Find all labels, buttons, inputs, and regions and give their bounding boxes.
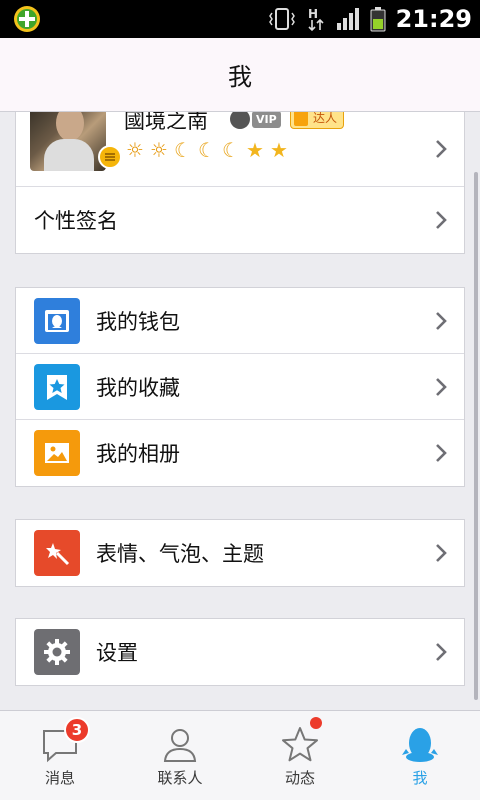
- signature-label: 个性签名: [34, 209, 118, 233]
- vibrate-icon: [268, 8, 295, 30]
- profile-card: 國境之南 VIP 达人 ☼ ☼ ☾ ☾ ☾ ★ ★ 个性签名: [15, 112, 465, 254]
- avatar[interactable]: [30, 112, 106, 171]
- content-scroll-area[interactable]: 國境之南 VIP 达人 ☼ ☼ ☾ ☾ ☾ ★ ★ 个性签名 我的钱包 我的收藏…: [0, 112, 480, 710]
- album-icon: [34, 430, 80, 476]
- chevron-right-icon: [436, 544, 447, 562]
- menu-item-themes[interactable]: 表情、气泡、主题: [16, 520, 464, 586]
- tab-contacts[interactable]: 联系人: [120, 711, 240, 800]
- wallet-icon: [34, 297, 80, 344]
- qq-penguin-icon: [230, 112, 250, 129]
- sun-icon: ☼: [126, 138, 144, 162]
- gear-icon: [34, 629, 80, 675]
- contacts-icon: [163, 729, 197, 762]
- star-icon: ★: [270, 138, 288, 162]
- services-card: 我的钱包 我的收藏 我的相册: [15, 287, 465, 487]
- clock: 21:29: [395, 5, 472, 33]
- menu-item-album[interactable]: 我的相册: [16, 420, 464, 486]
- app-plus-icon: [10, 4, 46, 34]
- moon-icon: ☾: [222, 138, 240, 162]
- chevron-right-icon: [436, 211, 447, 229]
- menu-item-wallet[interactable]: 我的钱包: [16, 288, 464, 354]
- nickname: 國境之南: [124, 112, 208, 133]
- theme-wand-icon: [34, 530, 80, 576]
- daren-badge: 达人: [290, 112, 345, 129]
- page-title: 我: [228, 63, 252, 91]
- menu-item-label: 设置: [96, 641, 138, 665]
- avatar-status-icon: [98, 145, 122, 169]
- network-hspa-icon: H: [308, 7, 324, 32]
- status-bar: H 21:29: [0, 0, 480, 38]
- scrollbar[interactable]: [474, 172, 478, 700]
- phone-badge-icon: [294, 112, 308, 126]
- svg-text:H: H: [308, 7, 318, 21]
- settings-card: 设置: [15, 618, 465, 686]
- chevron-right-icon: [436, 377, 447, 396]
- tab-feed[interactable]: 动态: [240, 711, 360, 800]
- vip-tag: VIP: [252, 112, 281, 128]
- signal-icon: [336, 8, 359, 30]
- chevron-right-icon: [436, 139, 447, 158]
- star-icon: [282, 727, 318, 762]
- chevron-right-icon: [436, 444, 447, 462]
- moon-icon: ☾: [174, 138, 192, 162]
- tab-label: 联系人: [157, 769, 203, 787]
- bottom-tab-bar: 3 消息 联系人 动态 我: [0, 710, 480, 800]
- vip-badge: VIP: [230, 112, 281, 129]
- menu-item-settings[interactable]: 设置: [16, 619, 464, 685]
- penguin-icon: [402, 728, 438, 762]
- menu-item-label: 我的收藏: [96, 375, 180, 400]
- star-icon: ★: [246, 138, 264, 162]
- tab-label: 动态: [284, 769, 315, 787]
- daren-tag: 达人: [313, 112, 338, 125]
- sun-icon: ☼: [150, 138, 168, 162]
- menu-item-label: 我的相册: [96, 442, 180, 466]
- favorites-icon: [34, 363, 80, 410]
- menu-item-label: 表情、气泡、主题: [96, 542, 264, 566]
- personalize-card: 表情、气泡、主题: [15, 519, 465, 587]
- level-icons: ☼ ☼ ☾ ☾ ☾ ★ ★: [124, 139, 290, 161]
- menu-item-label: 我的钱包: [96, 309, 180, 334]
- menu-item-favorites[interactable]: 我的收藏: [16, 354, 464, 420]
- battery-icon: [370, 7, 386, 32]
- moon-icon: ☾: [198, 138, 216, 162]
- chevron-right-icon: [436, 311, 447, 330]
- tab-label: 消息: [44, 769, 75, 787]
- tab-me[interactable]: 我: [360, 711, 480, 800]
- chevron-right-icon: [436, 643, 447, 661]
- tab-messages[interactable]: 3 消息: [0, 711, 120, 800]
- unread-badge: 3: [64, 717, 90, 743]
- tab-label: 我: [412, 769, 428, 787]
- title-bar: 我: [0, 38, 480, 112]
- new-activity-dot: [310, 717, 322, 729]
- profile-row[interactable]: 國境之南 VIP 达人 ☼ ☼ ☾ ☾ ☾ ★ ★: [16, 112, 464, 187]
- signature-row[interactable]: 个性签名: [16, 187, 464, 253]
